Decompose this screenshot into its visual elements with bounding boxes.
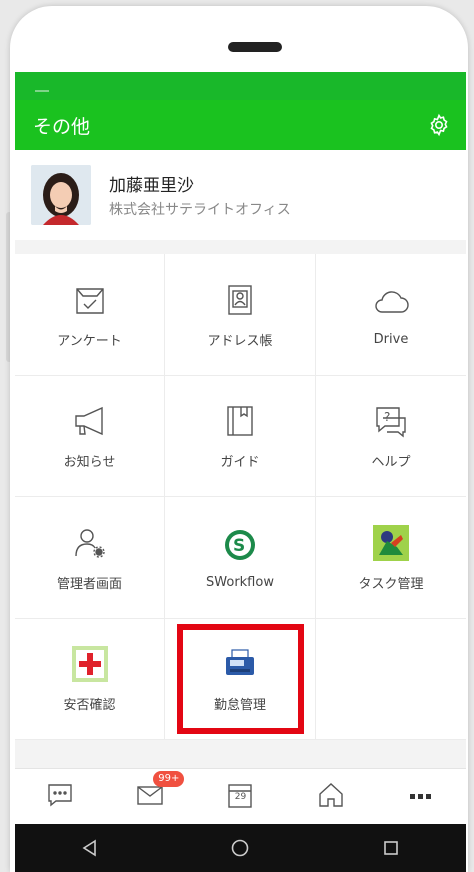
admin-user-icon bbox=[70, 523, 110, 563]
sworkflow-logo-icon: S bbox=[220, 525, 260, 565]
cloud-icon bbox=[371, 282, 411, 322]
status-bar bbox=[15, 72, 466, 100]
empty-cell bbox=[316, 619, 466, 740]
app-help[interactable]: ? ヘルプ bbox=[316, 376, 466, 497]
app-task[interactable]: タスク管理 bbox=[316, 497, 466, 619]
app-admin[interactable]: 管理者画面 bbox=[15, 497, 165, 619]
app-label: ヘルプ bbox=[371, 455, 411, 471]
help-icon: ? bbox=[371, 401, 411, 441]
app-notice[interactable]: お知らせ bbox=[15, 375, 165, 497]
mail-icon bbox=[135, 783, 165, 811]
recents-square-icon[interactable] bbox=[371, 828, 411, 868]
tab-more[interactable] bbox=[396, 777, 446, 817]
avatar bbox=[31, 165, 91, 225]
chat-icon bbox=[46, 782, 74, 812]
svg-text:?: ? bbox=[384, 410, 390, 424]
app-label: タスク管理 bbox=[358, 576, 424, 592]
guide-book-icon bbox=[220, 401, 260, 441]
user-profile[interactable]: 加藤亜里沙 株式会社サテライトオフィス bbox=[15, 150, 466, 240]
task-app-icon bbox=[371, 523, 411, 563]
settings-gear-icon[interactable] bbox=[426, 112, 452, 138]
home-icon bbox=[317, 781, 345, 813]
app-guide[interactable]: ガイド bbox=[165, 375, 316, 497]
home-circle-icon[interactable] bbox=[220, 828, 260, 868]
android-nav-bar bbox=[15, 824, 466, 872]
app-safety-check[interactable]: 安否確認 bbox=[15, 618, 165, 740]
mail-badge: 99+ bbox=[153, 770, 185, 787]
safety-check-icon bbox=[70, 644, 110, 684]
megaphone-icon bbox=[70, 401, 110, 441]
user-name: 加藤亜里沙 bbox=[109, 176, 194, 196]
app-label: アドレス帳 bbox=[207, 333, 273, 349]
company-name: 株式会社サテライトオフィス bbox=[109, 202, 291, 218]
svg-text:S: S bbox=[233, 536, 245, 556]
address-book-icon bbox=[220, 280, 260, 320]
tab-bar: 99+ 29 bbox=[15, 768, 466, 824]
app-sworkflow[interactable]: S SWorkflow bbox=[165, 497, 316, 619]
app-label: アンケート bbox=[57, 333, 122, 349]
app-address-book[interactable]: アドレス帳 bbox=[165, 254, 316, 376]
tab-mail[interactable]: 99+ bbox=[125, 770, 185, 817]
phone-speaker bbox=[228, 42, 282, 52]
more-dots-icon bbox=[407, 787, 435, 806]
tab-talk[interactable] bbox=[35, 777, 85, 817]
page-title: その他 bbox=[33, 115, 91, 138]
app-drive[interactable]: Drive bbox=[316, 254, 466, 376]
tab-home[interactable] bbox=[306, 777, 356, 817]
app-label: お知らせ bbox=[63, 455, 116, 471]
app-survey[interactable]: アンケート bbox=[15, 254, 165, 376]
app-label: SWorkflow bbox=[206, 574, 274, 590]
app-attendance[interactable]: 勤怠管理 bbox=[165, 618, 316, 740]
app-header: その他 bbox=[15, 100, 466, 150]
app-label: ガイド bbox=[220, 455, 260, 471]
app-label: 管理者画面 bbox=[56, 576, 122, 592]
back-icon[interactable] bbox=[70, 828, 110, 868]
app-label: Drive bbox=[373, 331, 409, 347]
calendar-day: 29 bbox=[234, 791, 247, 802]
time-clock-icon bbox=[220, 644, 260, 684]
survey-icon bbox=[70, 280, 110, 320]
app-screen: その他 加藤亜里沙 株式会社サテライトオフィス アンケート アドレス帳 Driv… bbox=[15, 72, 466, 824]
app-label: 勤怠管理 bbox=[213, 698, 266, 714]
app-grid: アンケート アドレス帳 Drive お知らせ ガイド ? ヘルプ 管理者画面 S… bbox=[15, 254, 466, 740]
app-label: 安否確認 bbox=[63, 698, 116, 714]
tab-calendar[interactable]: 29 bbox=[215, 777, 265, 817]
